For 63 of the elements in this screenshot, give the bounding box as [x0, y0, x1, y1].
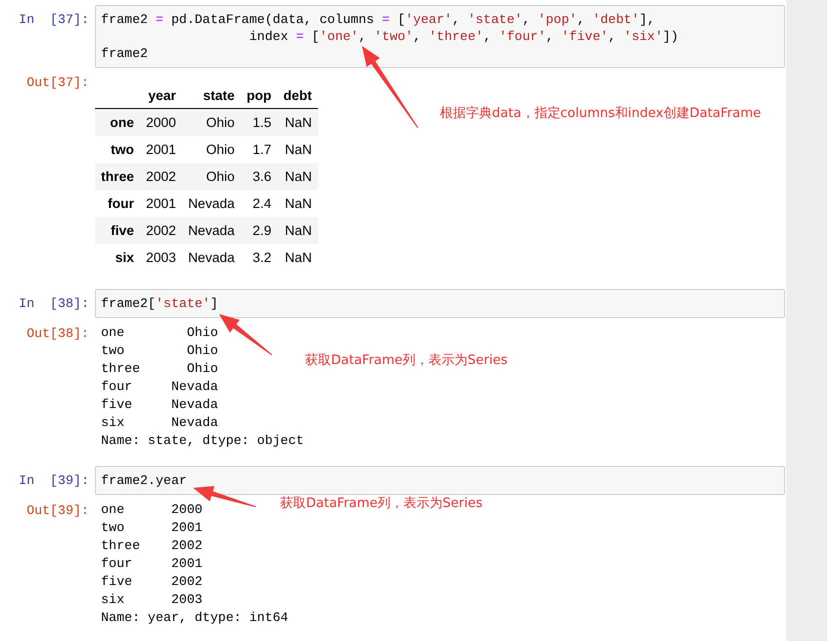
table-cell: NaN	[277, 190, 318, 217]
row-header: four	[95, 190, 140, 217]
table-cell: 2.9	[240, 217, 278, 244]
table-cell: 3.6	[240, 163, 278, 190]
arrow-icon	[219, 314, 272, 356]
input-prompt: In [39]:	[18, 472, 90, 489]
code-line: index = ['one', 'two', 'three', 'four', 'five', 'six'])	[248, 28, 678, 45]
code-line: frame2	[101, 45, 148, 62]
code-input[interactable]: frame2['state']	[95, 289, 785, 318]
table-cell: 2003	[140, 244, 182, 271]
table-cell: NaN	[277, 244, 318, 271]
code-input[interactable]: frame2.year	[95, 466, 785, 495]
output-line: six Nevada	[101, 414, 218, 432]
output-line: six 2003	[101, 591, 202, 609]
output-line: one 2000	[101, 501, 202, 519]
output-line: two 2001	[101, 519, 202, 537]
row-header: one	[95, 108, 140, 136]
output-line: Name: state, dtype: object	[101, 432, 304, 450]
input-prompt: In [38]:	[18, 295, 90, 312]
row-header: six	[95, 244, 140, 271]
table-cell: 2001	[140, 136, 182, 163]
row-header: three	[95, 163, 140, 190]
annotation-text: 获取DataFrame列，表示为Series	[280, 495, 483, 512]
table-cell: NaN	[277, 136, 318, 163]
output-line: Name: year, dtype: int64	[101, 609, 288, 627]
output-line: three Ohio	[101, 360, 218, 378]
table-cell: Nevada	[182, 190, 241, 217]
output-prompt: Out[39]:	[26, 502, 90, 519]
output-line: four 2001	[101, 555, 202, 573]
table-cell: 1.5	[240, 108, 278, 136]
code-line: frame2 = pd.DataFrame(data, columns = ['year', 'state', 'pop', 'debt'],	[101, 11, 655, 28]
table-cell: 2002	[140, 163, 182, 190]
output-line: five 2002	[101, 573, 202, 591]
annotation-text: 获取DataFrame列，表示为Series	[305, 352, 508, 369]
output-line: one Ohio	[101, 324, 218, 342]
table-cell: NaN	[277, 108, 318, 136]
output-line: two Ohio	[101, 342, 218, 360]
table-cell: Ohio	[182, 108, 241, 136]
output-prompt: Out[37]:	[26, 74, 90, 91]
table-cell: 1.7	[240, 136, 278, 163]
table-cell: 2.4	[240, 190, 278, 217]
row-header: five	[95, 217, 140, 244]
table-cell: NaN	[277, 217, 318, 244]
table-cell: Ohio	[182, 163, 241, 190]
output-prompt: Out[38]:	[26, 325, 90, 342]
code-line: frame2.year	[101, 472, 187, 489]
annotation-text: 根据字典data，指定columns和index创建DataFrame	[440, 105, 762, 122]
output-line: five Nevada	[101, 396, 218, 414]
table-cell: 2002	[140, 217, 182, 244]
output-line: four Nevada	[101, 378, 218, 396]
table-cell: 2001	[140, 190, 182, 217]
table-cell: 3.2	[240, 244, 278, 271]
table-cell: Nevada	[182, 217, 241, 244]
table-cell: Ohio	[182, 136, 241, 163]
arrow-icon	[362, 46, 418, 128]
code-line: frame2['state']	[101, 295, 218, 312]
output-line: three 2002	[101, 537, 202, 555]
code-input[interactable]: frame2 = pd.DataFrame(data, columns = ['year', 'state', 'pop', 'debt'], index = ['one', 'two', 'three', 'four', 'five', 'six']) frame2	[95, 5, 785, 68]
table-cell: 2000	[140, 108, 182, 136]
input-prompt: In [37]:	[18, 11, 90, 28]
table-cell: Nevada	[182, 244, 241, 271]
row-header: two	[95, 136, 140, 163]
table-cell: NaN	[277, 163, 318, 190]
